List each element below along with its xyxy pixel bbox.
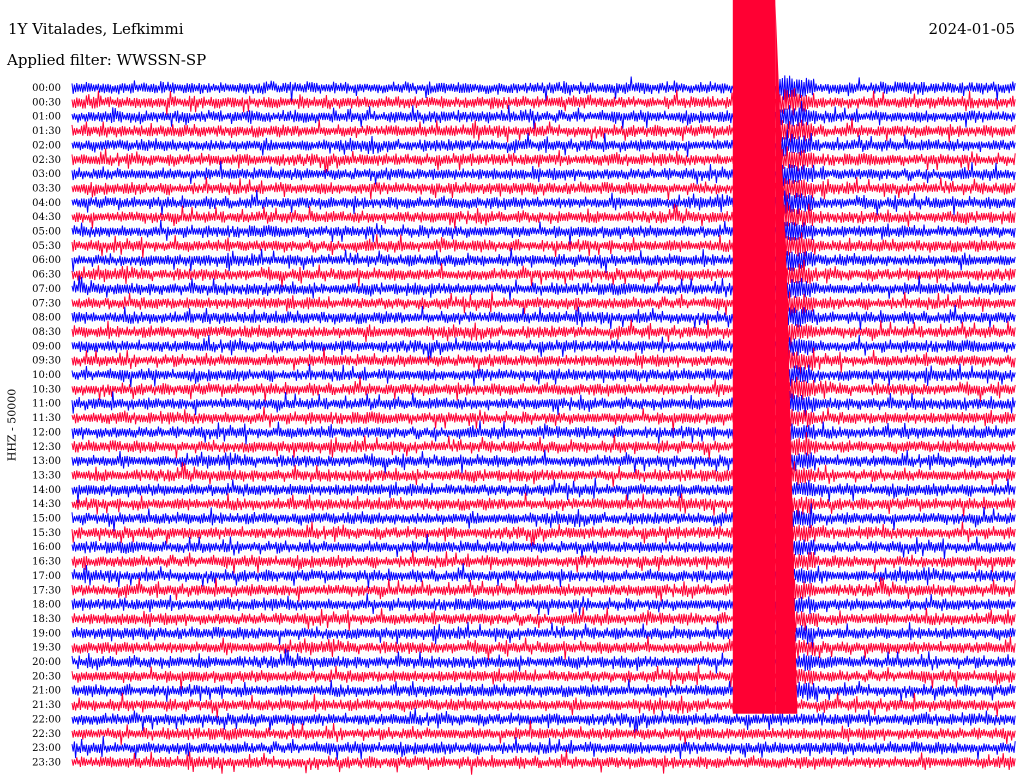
row-time-label: 07:00 bbox=[32, 284, 61, 295]
row-time-label: 13:00 bbox=[32, 456, 61, 467]
row-time-label: 08:00 bbox=[32, 313, 61, 324]
row-time-label: 05:30 bbox=[32, 241, 61, 252]
filter-label: Applied filter: WWSSN-SP bbox=[7, 51, 207, 69]
row-time-label: 04:30 bbox=[32, 212, 61, 223]
trace-line bbox=[71, 476, 1016, 504]
row-time-label: 12:00 bbox=[32, 427, 61, 438]
row-time-label: 04:00 bbox=[32, 198, 61, 209]
trace-line bbox=[71, 247, 1016, 274]
trace-line bbox=[71, 219, 1016, 245]
row-time-label: 15:30 bbox=[32, 528, 61, 539]
trace-line bbox=[71, 550, 1016, 574]
row-time-label: 23:00 bbox=[32, 743, 61, 754]
row-time-label: 16:30 bbox=[32, 557, 61, 568]
trace-line bbox=[71, 521, 1016, 547]
helicorder-plot: 00:00 00:30 01:00 01:30 02:00 02:30 03:00 03:30… bbox=[32, 0, 1016, 775]
row-time-label: 18:00 bbox=[32, 600, 61, 611]
date-label: 2024-01-05 bbox=[928, 20, 1015, 38]
row-time-label: 06:00 bbox=[32, 255, 61, 266]
trace-group bbox=[71, 0, 1016, 775]
row-time-label: 14:30 bbox=[32, 499, 61, 510]
row-time-label: 00:30 bbox=[32, 97, 61, 108]
trace-line bbox=[71, 648, 1016, 674]
row-time-label: 22:30 bbox=[32, 729, 61, 740]
trace-line bbox=[71, 677, 1016, 704]
row-time-label: 09:00 bbox=[32, 341, 61, 352]
trace-line bbox=[71, 692, 1016, 718]
row-time-label: 18:30 bbox=[32, 614, 61, 625]
row-time-label: 07:30 bbox=[32, 298, 61, 309]
station-title: 1Y Vitalades, Lefkimmi bbox=[8, 20, 184, 38]
trace-line bbox=[71, 664, 1016, 690]
row-time-label: 23:30 bbox=[32, 757, 61, 768]
row-time-label: 11:30 bbox=[32, 413, 61, 424]
row-time-label: 05:00 bbox=[32, 227, 61, 238]
trace-line bbox=[71, 100, 1016, 130]
row-time-label: 10:00 bbox=[32, 370, 61, 381]
trace-line bbox=[71, 736, 1016, 761]
trace-line bbox=[71, 275, 1016, 301]
trace-line bbox=[71, 636, 1016, 661]
row-time-label: 10:30 bbox=[32, 384, 61, 395]
row-time-label: 09:30 bbox=[32, 356, 61, 367]
row-time-label: 03:00 bbox=[32, 169, 61, 180]
trace-line bbox=[71, 460, 1016, 487]
tick-labels: 00:00 00:30 01:00 01:30 02:00 02:30 03:00 03:30… bbox=[32, 83, 61, 768]
row-time-label: 02:30 bbox=[32, 155, 61, 166]
row-time-label: 14:00 bbox=[32, 485, 61, 496]
row-time-label: 03:30 bbox=[32, 183, 61, 194]
row-time-label: 08:30 bbox=[32, 327, 61, 338]
row-time-label: 20:00 bbox=[32, 657, 61, 668]
trace-line bbox=[71, 160, 1016, 187]
trace-line bbox=[71, 503, 1016, 532]
trace-line bbox=[71, 708, 1016, 733]
trace-line bbox=[71, 291, 1016, 317]
row-time-label: 15:00 bbox=[32, 514, 61, 525]
row-time-label: 06:30 bbox=[32, 270, 61, 281]
trace-line bbox=[71, 304, 1016, 332]
row-time-label: 21:00 bbox=[32, 686, 61, 697]
row-time-label: 19:30 bbox=[32, 643, 61, 654]
row-time-label: 01:00 bbox=[32, 112, 61, 123]
trace-line bbox=[71, 118, 1016, 144]
trace-line bbox=[71, 376, 1016, 402]
row-time-label: 11:00 bbox=[32, 399, 61, 410]
trace-line bbox=[71, 449, 1016, 474]
trace-line bbox=[71, 720, 1016, 746]
y-axis-label: HHZ - 50000 bbox=[5, 388, 19, 462]
row-time-label: 02:00 bbox=[32, 140, 61, 151]
trace-line bbox=[71, 576, 1016, 602]
row-time-label: 22:00 bbox=[32, 714, 61, 725]
row-time-label: 17:30 bbox=[32, 585, 61, 596]
row-time-label: 20:30 bbox=[32, 671, 61, 682]
row-time-label: 19:00 bbox=[32, 628, 61, 639]
trace-line bbox=[71, 231, 1016, 258]
row-time-label: 00:00 bbox=[32, 83, 61, 94]
row-time-label: 12:30 bbox=[32, 442, 61, 453]
row-time-label: 16:00 bbox=[32, 542, 61, 553]
row-time-label: 17:00 bbox=[32, 571, 61, 582]
saturated-event-band bbox=[732, 0, 776, 714]
trace-line bbox=[71, 363, 1016, 387]
trace-line bbox=[71, 146, 1016, 174]
row-time-label: 01:30 bbox=[32, 126, 61, 137]
row-time-label: 21:30 bbox=[32, 700, 61, 711]
trace-line bbox=[71, 563, 1016, 589]
row-time-label: 13:30 bbox=[32, 470, 61, 481]
